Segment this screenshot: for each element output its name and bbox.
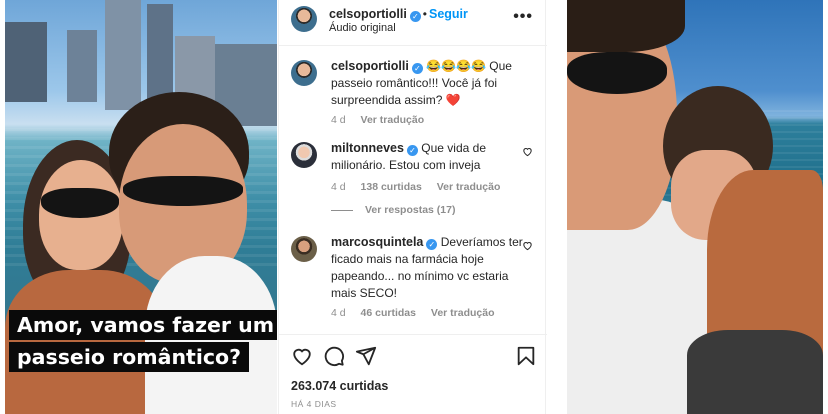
sunglasses xyxy=(41,188,119,218)
comment-likes[interactable]: 46 curtidas xyxy=(361,307,416,319)
follow-button[interactable]: Seguir xyxy=(429,7,468,21)
dot-separator: • xyxy=(422,7,427,21)
comment-text: ficado mais na farmácia hoje xyxy=(331,252,484,266)
comment-meta: 4 d Ver tradução xyxy=(331,114,541,126)
verified-icon: ✓ xyxy=(406,145,418,156)
photo-caption-line1: Amor, vamos fazer um xyxy=(9,310,277,340)
comment-body: miltonneves ✓ Que vida de milionário. Est… xyxy=(331,140,541,174)
post-date: HÁ 4 DIAS xyxy=(291,399,337,409)
translate-link[interactable]: Ver tradução xyxy=(431,307,495,319)
comment-text: passeio romântico!!! Você já foi xyxy=(331,76,498,90)
translate-link[interactable]: Ver tradução xyxy=(437,181,501,193)
skyline-building xyxy=(5,22,47,102)
list-item: marcosquintela ✓ Deveríamos ter ficado ma… xyxy=(291,234,541,319)
verified-icon: ✓ xyxy=(409,11,421,22)
bookmark-icon[interactable] xyxy=(515,345,537,367)
list-item: miltonneves ✓ Que vida de milionário. Est… xyxy=(291,140,541,193)
list-item: celsoportiolli ✓ 😂😂😂😂 Que passeio românti… xyxy=(291,58,541,126)
comment-body: celsoportiolli ✓ 😂😂😂😂 Que passeio românti… xyxy=(331,58,541,109)
avatar[interactable] xyxy=(291,6,317,32)
comment-meta: 4 d 138 curtidas Ver tradução xyxy=(331,181,541,193)
avatar[interactable] xyxy=(291,60,317,86)
post-header: celsoportiolli ✓ • Seguir Áudio original ••… xyxy=(279,0,547,46)
sunglasses xyxy=(567,52,667,94)
comment-text: Deveríamos ter xyxy=(440,235,523,249)
post-photo-right xyxy=(567,0,823,414)
comment-time: 4 d xyxy=(331,307,346,319)
man-hair xyxy=(567,0,685,52)
comment-likes[interactable]: 138 curtidas xyxy=(361,181,422,193)
like-heart-icon[interactable] xyxy=(522,240,533,251)
post-photo-left: Amor, vamos fazer um passeio romântico? xyxy=(5,0,277,414)
translate-link[interactable]: Ver tradução xyxy=(361,114,425,126)
username-link[interactable]: celsoportiolli xyxy=(329,7,407,21)
view-replies-label: Ver respostas (17) xyxy=(365,204,456,216)
comment-text: Que vida de xyxy=(421,141,486,155)
view-replies-button[interactable]: Ver respostas (17) xyxy=(331,204,455,216)
comment-text: milionário. Estou com inveja xyxy=(331,158,481,172)
comment-text: surpreendida assim? ❤️ xyxy=(331,93,461,107)
boat-seat xyxy=(687,330,823,414)
comment-text: papeando... no mínimo vc estaria xyxy=(331,269,509,283)
username-link[interactable]: miltonneves xyxy=(331,141,404,155)
more-horizontal-icon[interactable]: ••• xyxy=(513,8,533,26)
likes-count[interactable]: 263.074 curtidas xyxy=(291,379,388,393)
comment-icon[interactable] xyxy=(323,345,345,367)
sunglasses xyxy=(123,176,243,206)
like-heart-icon[interactable] xyxy=(522,146,533,157)
post-panel: celsoportiolli ✓ • Seguir Áudio original ••… xyxy=(278,0,547,414)
username-link[interactable]: marcosquintela xyxy=(331,235,423,249)
comment-meta: 4 d 46 curtidas Ver tradução xyxy=(331,307,541,319)
header-user-row: celsoportiolli ✓ • Seguir xyxy=(329,5,468,23)
post-actions: 263.074 curtidas HÁ 4 DIAS xyxy=(279,334,547,414)
verified-icon: ✓ xyxy=(426,239,438,250)
avatar[interactable] xyxy=(291,236,317,262)
username-link[interactable]: celsoportiolli xyxy=(331,59,409,73)
share-icon[interactable] xyxy=(355,345,377,367)
comment-time: 4 d xyxy=(331,114,346,126)
skyline-building xyxy=(67,30,97,102)
skyline-building xyxy=(105,0,141,110)
comment-body: marcosquintela ✓ Deveríamos ter ficado ma… xyxy=(331,234,541,302)
avatar[interactable] xyxy=(291,142,317,168)
heart-icon[interactable] xyxy=(291,345,313,367)
verified-icon: ✓ xyxy=(411,63,423,74)
comment-text: mais SECO! xyxy=(331,286,398,300)
comment-time: 4 d xyxy=(331,181,346,193)
audio-link[interactable]: Áudio original xyxy=(329,22,396,34)
replies-divider xyxy=(331,209,353,211)
photo-caption-line2: passeio romântico? xyxy=(9,342,249,372)
comment-text: 😂😂😂😂 Que xyxy=(426,59,512,73)
